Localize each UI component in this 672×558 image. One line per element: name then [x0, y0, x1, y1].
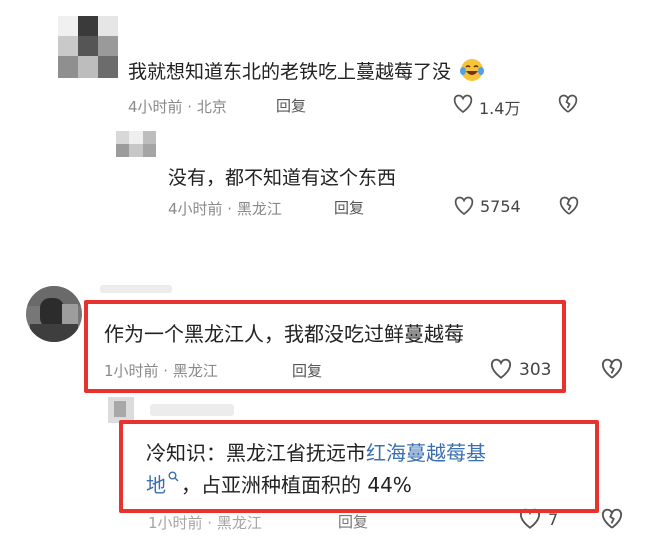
- comment-meta: 4小时前 · 黑龙江: [168, 200, 282, 218]
- avatar[interactable]: [26, 286, 82, 342]
- comment-text-content: 我就想知道东北的老铁吃上蔓越莓了没: [128, 61, 452, 83]
- like-count: 5754: [480, 197, 521, 216]
- broken-heart-icon[interactable]: [600, 358, 624, 380]
- avatar[interactable]: [116, 131, 156, 157]
- highlight-box: [119, 420, 599, 513]
- reply-button[interactable]: 回复: [334, 197, 364, 218]
- reply-button[interactable]: 回复: [338, 511, 368, 532]
- comment-meta: 4小时前 · 北京: [128, 98, 227, 116]
- like-count: 1.4万: [479, 99, 521, 118]
- username-blurred: [150, 404, 234, 416]
- highlight-box: [84, 300, 566, 393]
- comment-meta: 1小时前 · 黑龙江: [148, 514, 262, 532]
- broken-heart-icon[interactable]: [558, 196, 580, 216]
- laughing-emoji-icon: [459, 58, 485, 82]
- heart-icon[interactable]: [453, 196, 475, 216]
- comment-text: 没有，都不知道有这个东西: [168, 167, 397, 189]
- avatar[interactable]: [58, 16, 118, 78]
- username-blurred: [100, 285, 172, 293]
- broken-heart-icon[interactable]: [600, 508, 624, 530]
- heart-icon[interactable]: [452, 94, 474, 114]
- broken-heart-icon[interactable]: [557, 94, 579, 114]
- comment-text: 我就想知道东北的老铁吃上蔓越莓了没: [128, 57, 485, 84]
- reply-button[interactable]: 回复: [276, 95, 306, 116]
